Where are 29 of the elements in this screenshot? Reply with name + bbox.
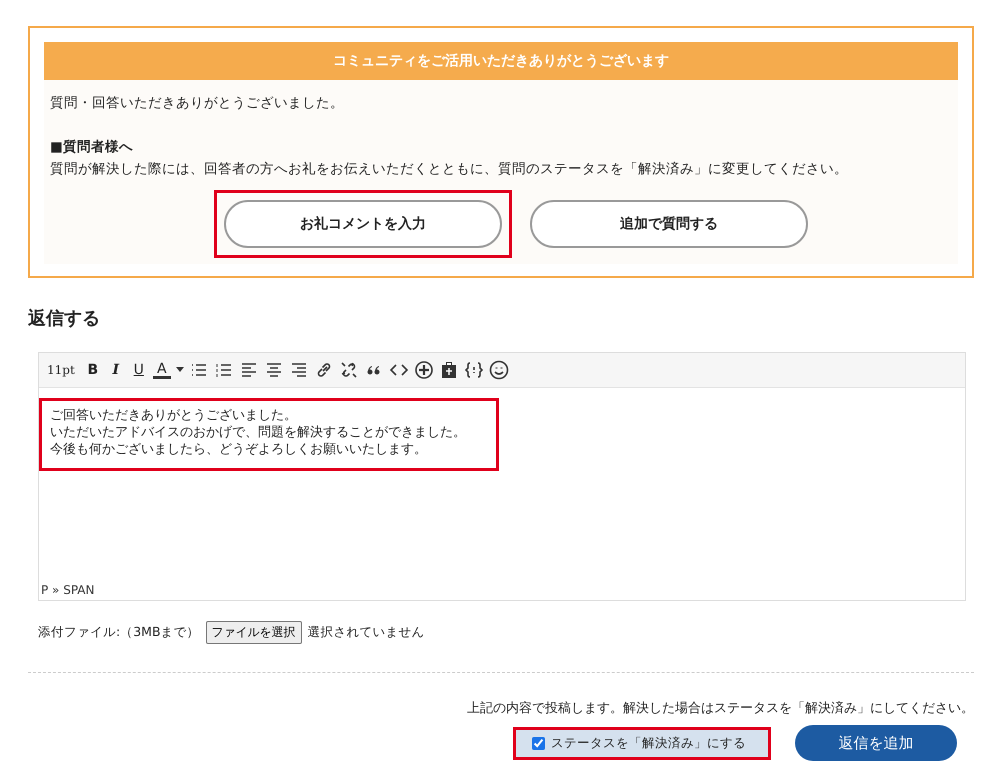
notice-message: 質問・回答いただきありがとうございました。: [50, 94, 345, 112]
reply-heading: 返信する: [28, 307, 101, 330]
caret-icon[interactable]: [176, 367, 184, 373]
format-button[interactable]: B: [84, 362, 102, 378]
notice-button[interactable]: 追加で質問する: [530, 200, 808, 248]
editor-text-line: ご回答いただきありがとうございました。: [50, 407, 298, 424]
submit-button[interactable]: 返信を追加: [795, 725, 957, 761]
notice-instruction: 質問が解決した際には、回答者の方へお礼をお伝えいただくとともに、質問のステータスを「解決済み」に変更してください。: [50, 160, 849, 178]
resolve-label: ステータスを「解決済み」にする: [551, 734, 746, 752]
unlink-icon[interactable]: [338, 360, 359, 380]
choose-file-button[interactable]: ファイルを選択: [206, 621, 302, 644]
resolve-checkbox-row[interactable]: ステータスを「解決済み」にする: [516, 730, 768, 756]
resolve-checkbox[interactable]: [532, 736, 545, 750]
braces-icon[interactable]: [464, 360, 484, 380]
notice-button[interactable]: お礼コメントを入力: [224, 200, 502, 248]
font-size-button[interactable]: 11pt: [47, 363, 75, 377]
attachment-label: 添付ファイル:（3MBまで）: [38, 624, 200, 641]
element-path: P » SPAN: [40, 583, 96, 599]
post-note: 上記の内容で投稿します。解決した場合はステータスを「解決済み」にしてください。: [466, 700, 974, 717]
editor-text-line: いただいたアドバイスのおかげで、問題を解決することができました。: [50, 424, 466, 441]
format-button[interactable]: A: [152, 362, 171, 378]
editor-text-line: 今後も何かございましたら、どうぞよろしくお願いいたします。: [50, 441, 428, 458]
plus-circle-icon[interactable]: [414, 360, 434, 380]
format-button[interactable]: U: [130, 362, 148, 378]
format-button[interactable]: I: [106, 362, 125, 378]
notice-heading: ■質問者様へ: [50, 138, 134, 156]
smiley-icon[interactable]: [488, 360, 509, 380]
file-status: 選択されていません: [308, 624, 425, 641]
notice-title: コミュニティをご活用いただきありがとうございます: [44, 42, 958, 80]
